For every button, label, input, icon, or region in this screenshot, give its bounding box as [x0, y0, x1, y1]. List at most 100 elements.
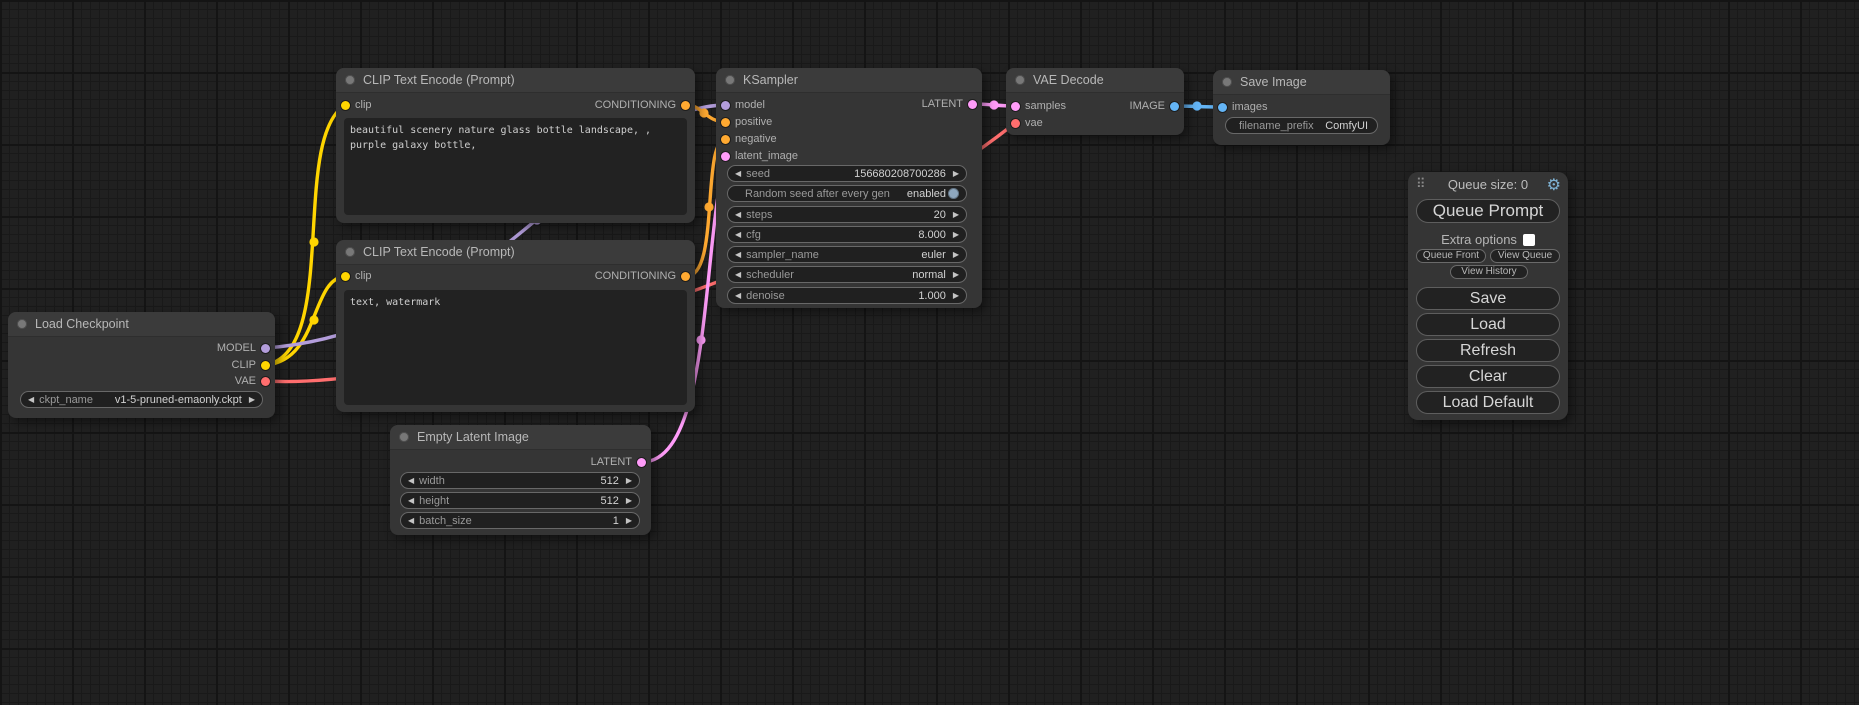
decrement-arrow-icon[interactable]: ◀	[735, 227, 741, 242]
collapse-dot-icon[interactable]	[17, 319, 27, 329]
decrement-arrow-icon[interactable]: ◀	[735, 288, 741, 303]
node-title-bar[interactable]: Save Image	[1213, 70, 1390, 95]
node-title-bar[interactable]: Empty Latent Image	[390, 425, 651, 450]
increment-arrow-icon[interactable]: ▶	[953, 166, 959, 181]
collapse-dot-icon[interactable]	[399, 432, 409, 442]
input-vae[interactable]: vae	[1006, 116, 1043, 130]
input-clip[interactable]: clip	[336, 98, 372, 112]
node-graph-canvas[interactable]: Load Checkpoint MODEL CLIP VAE ◀ ckpt_na…	[0, 0, 1859, 705]
output-vae[interactable]: VAE	[235, 374, 275, 388]
load-button[interactable]: Load	[1416, 313, 1560, 336]
scheduler-widget[interactable]: ◀ scheduler normal ▶	[727, 266, 967, 283]
positive-prompt-textarea[interactable]: beautiful scenery nature glass bottle la…	[344, 118, 687, 215]
seed-widget[interactable]: ◀ seed 156680208700286 ▶	[727, 165, 967, 182]
input-latent-image[interactable]: latent_image	[716, 149, 798, 163]
collapse-dot-icon[interactable]	[345, 247, 355, 257]
model-port-icon[interactable]	[721, 101, 730, 110]
input-samples[interactable]: samples	[1006, 99, 1066, 113]
queue-panel[interactable]: ⠿ Queue size: 0 ⚙ Queue Prompt Extra opt…	[1408, 172, 1568, 420]
output-image[interactable]: IMAGE	[1130, 99, 1184, 113]
steps-widget[interactable]: ◀ steps 20 ▶	[727, 206, 967, 223]
conditioning-port-icon[interactable]	[721, 118, 730, 127]
decrement-arrow-icon[interactable]: ◀	[735, 207, 741, 222]
increment-arrow-icon[interactable]: ▶	[953, 227, 959, 242]
node-title-bar[interactable]: VAE Decode	[1006, 68, 1184, 93]
denoise-widget[interactable]: ◀ denoise 1.000 ▶	[727, 287, 967, 304]
view-queue-button[interactable]: View Queue	[1490, 249, 1560, 263]
decrement-arrow-icon[interactable]: ◀	[408, 513, 414, 528]
conditioning-port-icon[interactable]	[681, 272, 690, 281]
latent-port-icon[interactable]	[968, 100, 977, 109]
toggle-icon[interactable]	[948, 188, 959, 199]
collapse-dot-icon[interactable]	[345, 75, 355, 85]
input-negative[interactable]: negative	[716, 132, 777, 146]
node-vae-decode[interactable]: VAE Decode samples vae IMAGE	[1006, 68, 1184, 135]
input-positive[interactable]: positive	[716, 115, 772, 129]
latent-port-icon[interactable]	[637, 458, 646, 467]
clip-port-icon[interactable]	[261, 361, 270, 370]
increment-arrow-icon[interactable]: ▶	[953, 288, 959, 303]
output-model[interactable]: MODEL	[217, 341, 275, 355]
input-clip[interactable]: clip	[336, 269, 372, 283]
node-title-bar[interactable]: Load Checkpoint	[8, 312, 275, 337]
clip-port-icon[interactable]	[341, 101, 350, 110]
decrement-arrow-icon[interactable]: ◀	[735, 267, 741, 282]
node-ksampler[interactable]: KSampler model positive negative latent_…	[716, 68, 982, 308]
decrement-arrow-icon[interactable]: ◀	[408, 493, 414, 508]
latent-port-icon[interactable]	[1011, 102, 1020, 111]
queue-prompt-button[interactable]: Queue Prompt	[1416, 199, 1560, 223]
output-conditioning[interactable]: CONDITIONING	[595, 269, 695, 283]
width-widget[interactable]: ◀ width 512 ▶	[400, 472, 640, 489]
node-clip-text-encode-positive[interactable]: CLIP Text Encode (Prompt) clip CONDITION…	[336, 68, 695, 223]
ckpt-name-widget[interactable]: ◀ ckpt_name v1-5-pruned-emaonly.ckpt ▶	[20, 391, 263, 408]
vae-port-icon[interactable]	[1011, 119, 1020, 128]
output-latent[interactable]: LATENT	[591, 455, 651, 469]
decrement-arrow-icon[interactable]: ◀	[408, 473, 414, 488]
batch-size-widget[interactable]: ◀ batch_size 1 ▶	[400, 512, 640, 529]
gear-icon[interactable]: ⚙	[1547, 175, 1561, 195]
latent-port-icon[interactable]	[721, 152, 730, 161]
image-port-icon[interactable]	[1218, 103, 1227, 112]
input-model[interactable]: model	[716, 98, 765, 112]
collapse-dot-icon[interactable]	[1015, 75, 1025, 85]
collapse-dot-icon[interactable]	[1222, 77, 1232, 87]
decrement-arrow-icon[interactable]: ◀	[735, 166, 741, 181]
sampler-name-widget[interactable]: ◀ sampler_name euler ▶	[727, 246, 967, 263]
image-port-icon[interactable]	[1170, 102, 1179, 111]
increment-arrow-icon[interactable]: ▶	[953, 207, 959, 222]
output-clip[interactable]: CLIP	[232, 358, 275, 372]
view-history-button[interactable]: View History	[1450, 265, 1528, 279]
extra-options-checkbox[interactable]	[1523, 234, 1535, 246]
increment-arrow-icon[interactable]: ▶	[626, 493, 632, 508]
node-load-checkpoint[interactable]: Load Checkpoint MODEL CLIP VAE ◀ ckpt_na…	[8, 312, 275, 418]
save-button[interactable]: Save	[1416, 287, 1560, 310]
vae-port-icon[interactable]	[261, 377, 270, 386]
queue-front-button[interactable]: Queue Front	[1416, 249, 1486, 263]
model-port-icon[interactable]	[261, 344, 270, 353]
output-latent[interactable]: LATENT	[922, 97, 982, 111]
clear-button[interactable]: Clear	[1416, 365, 1560, 388]
output-conditioning[interactable]: CONDITIONING	[595, 98, 695, 112]
input-images[interactable]: images	[1213, 100, 1267, 114]
node-title-bar[interactable]: KSampler	[716, 68, 982, 93]
decrement-arrow-icon[interactable]: ◀	[28, 392, 34, 407]
cfg-widget[interactable]: ◀ cfg 8.000 ▶	[727, 226, 967, 243]
clip-port-icon[interactable]	[341, 272, 350, 281]
conditioning-port-icon[interactable]	[681, 101, 690, 110]
node-title-bar[interactable]: CLIP Text Encode (Prompt)	[336, 68, 695, 93]
node-empty-latent-image[interactable]: Empty Latent Image LATENT ◀ width 512 ▶ …	[390, 425, 651, 535]
height-widget[interactable]: ◀ height 512 ▶	[400, 492, 640, 509]
increment-arrow-icon[interactable]: ▶	[249, 392, 255, 407]
negative-prompt-textarea[interactable]: text, watermark	[344, 290, 687, 405]
node-clip-text-encode-negative[interactable]: CLIP Text Encode (Prompt) clip CONDITION…	[336, 240, 695, 412]
node-title-bar[interactable]: CLIP Text Encode (Prompt)	[336, 240, 695, 265]
filename-prefix-widget[interactable]: filename_prefix ComfyUI	[1225, 117, 1378, 134]
refresh-button[interactable]: Refresh	[1416, 339, 1560, 362]
load-default-button[interactable]: Load Default	[1416, 391, 1560, 414]
increment-arrow-icon[interactable]: ▶	[626, 473, 632, 488]
node-save-image[interactable]: Save Image images filename_prefix ComfyU…	[1213, 70, 1390, 145]
random-seed-widget[interactable]: Random seed after every gen enabled	[727, 185, 967, 202]
increment-arrow-icon[interactable]: ▶	[953, 267, 959, 282]
decrement-arrow-icon[interactable]: ◀	[735, 247, 741, 262]
increment-arrow-icon[interactable]: ▶	[953, 247, 959, 262]
